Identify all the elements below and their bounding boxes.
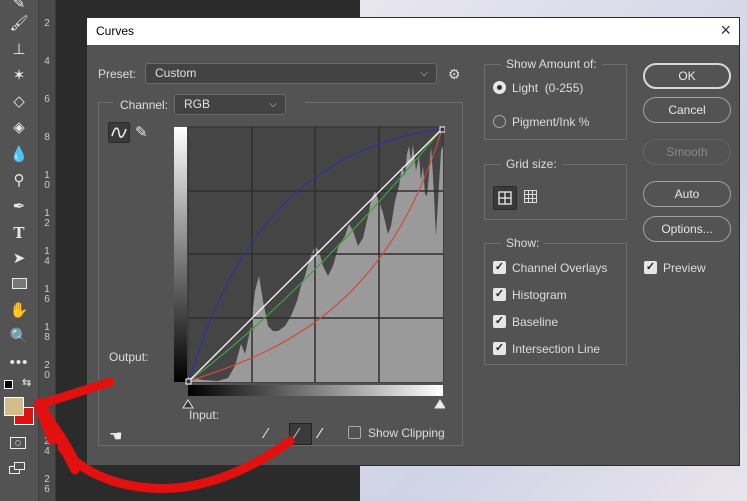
ruler-number: 1 0 [44,170,50,191]
swap-colors-icon[interactable]: ⇆ [22,376,31,389]
show-title: Show: [501,236,545,250]
ruler-number: 1 8 [44,322,50,343]
close-icon[interactable]: × [720,20,731,41]
pencil-draw-button[interactable]: ✎ [135,123,148,141]
chevron-down-icon: ⌵ [269,99,277,110]
light-radio-label: Light (0-255) [512,81,584,95]
dialog-title: Curves [96,24,135,38]
intersection-line-checkbox[interactable]: ✓ [493,342,506,355]
gray-eyedropper-icon: ⁄ [296,425,299,442]
output-label: Output: [109,350,149,364]
curves-dialog: Curves × Preset: Custom ⌵ ⚙ Channel: RGB ⌵… [86,17,740,466]
input-gradient-bar [188,385,443,396]
hand-tool-icon[interactable]: ✋ [8,301,30,321]
curve-point-black[interactable] [185,378,192,385]
foreground-color-swatch[interactable] [4,397,24,416]
channel-value: RGB [184,97,211,111]
preset-label: Preset: [98,67,137,81]
tools-panel: ✎ 🖌 ⊥ ✶ ◇ ◈ 💧 ⚲ ✒ T ➤ ✋ 🔍 ••• ⇆ [0,0,38,501]
channel-label: Channel: [120,98,169,112]
channel-select[interactable]: RGB ⌵ [174,94,286,115]
histogram-checkbox[interactable]: ✓ [493,288,506,301]
black-eyedropper-icon[interactable]: ⁄ [265,425,268,442]
ruler-number: 1 6 [44,284,50,305]
cancel-button[interactable]: Cancel [643,97,731,123]
preview-label: Preview [663,261,706,275]
ruler-number: 1 4 [44,246,50,267]
auto-button[interactable]: Auto [643,181,731,207]
baseline-checkbox[interactable]: ✓ [493,315,506,328]
pigment-radio[interactable] [493,115,506,128]
show-clipping-label: Show Clipping [368,426,445,440]
rectangle-tool-icon[interactable] [8,275,30,295]
white-point-slider[interactable] [434,399,445,409]
preview-checkbox[interactable]: ✓ [644,261,657,274]
ok-button[interactable]: OK [643,63,731,89]
intersection-line-label: Intersection Line [512,342,601,356]
curve-icon [111,127,127,138]
vertical-ruler: 2 4 6 8 1 0 1 2 1 4 1 6 1 8 2 0 2 2 2 4 2 6 [38,0,56,501]
history-brush-icon[interactable]: ✶ [8,66,30,86]
show-amount-title: Show Amount of: [501,57,602,71]
baseline-label: Baseline [512,315,559,329]
zoom-tool-icon[interactable]: 🔍 [8,327,30,347]
chevron-down-icon: ⌵ [420,68,428,79]
ruler-number: 8 [44,132,50,143]
black-point-slider[interactable] [182,399,194,409]
simple-grid-icon [498,191,512,205]
ruler-number: 4 [44,56,50,67]
preset-value: Custom [155,66,197,80]
blur-tool-icon[interactable]: 💧 [8,145,30,165]
quick-mask-icon[interactable] [10,437,26,449]
show-clipping-checkbox[interactable] [348,426,361,439]
ruler-number: 2 [44,18,50,29]
curve-point-white[interactable] [439,126,445,133]
channel-overlays-label: Channel Overlays [512,261,608,275]
pen-tool-icon[interactable]: ✒ [8,197,30,217]
paint-bucket-icon[interactable]: ◈ [8,118,30,138]
preset-options-gear-icon[interactable]: ⚙ [448,66,461,83]
options-button[interactable]: Options... [643,216,731,242]
ruler-number: 2 4 [44,436,50,457]
ruler-number: 6 [44,94,50,105]
gray-eyedropper-button[interactable]: ⁄ [289,423,312,445]
channel-overlays-checkbox[interactable]: ✓ [493,261,506,274]
output-gradient-bar [174,127,187,382]
curve-edit-points-button[interactable] [108,122,130,143]
smooth-button: Smooth [643,139,731,165]
simple-grid-button[interactable] [493,186,517,210]
pigment-radio-label: Pigment/Ink % [512,115,590,129]
brush-tool-icon[interactable]: 🖌 [8,14,30,34]
on-image-adjust-hand-icon[interactable]: ☚ [109,427,122,445]
stamp-tool-icon[interactable]: ⊥ [8,40,30,60]
preset-select[interactable]: Custom ⌵ [145,63,437,84]
dialog-titlebar[interactable]: Curves × [87,18,739,45]
path-selection-icon[interactable]: ➤ [8,249,30,269]
type-tool-icon[interactable]: T [8,223,30,243]
white-eyedropper-icon[interactable]: ⁄ [319,425,322,442]
detailed-grid-icon[interactable] [523,189,539,205]
light-radio[interactable] [493,81,506,94]
more-tools-icon[interactable]: ••• [8,353,30,373]
ruler-number: 2 6 [44,474,50,495]
ruler-number: 2 2 [44,398,50,419]
curves-graph[interactable] [173,126,445,418]
eraser-tool-icon[interactable]: ✎ [8,0,30,14]
screen-mode-icon[interactable] [9,462,26,475]
default-colors-icon[interactable] [4,380,13,389]
histogram-label: Histogram [512,288,567,302]
ruler-number: 2 0 [44,360,50,381]
ruler-number: 1 2 [44,208,50,229]
eraser-icon[interactable]: ◇ [8,92,30,112]
grid-size-title: Grid size: [501,157,562,171]
dodge-tool-icon[interactable]: ⚲ [8,171,30,191]
